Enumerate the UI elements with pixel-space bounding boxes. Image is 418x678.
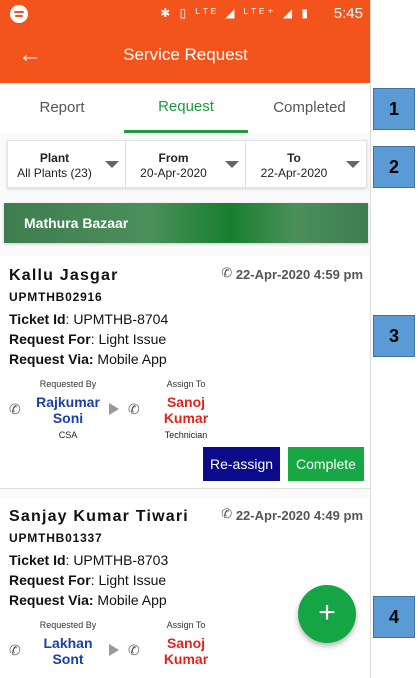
tab-report[interactable]: Report — [0, 83, 124, 133]
customer-code: UPMTHB02916 — [9, 290, 103, 304]
callout-badge: 4 — [373, 596, 415, 638]
from-date-dropdown[interactable]: From 20-Apr-2020 — [126, 141, 246, 189]
tab-completed[interactable]: Completed — [248, 83, 370, 133]
request-via-value: Mobile App — [93, 351, 167, 367]
phone-icon — [221, 265, 232, 281]
app-bar: ← Service Request — [0, 28, 370, 83]
request-via-row: Request Via: Mobile App — [9, 592, 167, 608]
to-date-label: To — [287, 151, 301, 165]
datetime-text: 22-Apr-2020 4:59 pm — [235, 267, 363, 282]
plant-filter-value: All Plants (23) — [17, 166, 92, 180]
from-date-value: 20-Apr-2020 — [140, 166, 207, 180]
request-via-value: Mobile App — [93, 592, 167, 608]
customer-name: Sanjay Kumar Tiwari — [9, 508, 189, 525]
datetime-text: 22-Apr-2020 4:49 pm — [235, 508, 363, 523]
callout-badge: 1 — [373, 88, 415, 130]
ticket-id-label: Ticket Id — [9, 552, 66, 568]
assign-to-role: Technician — [164, 430, 208, 440]
request-via-label: Request Via: — [9, 351, 94, 367]
spotify-icon — [10, 5, 28, 23]
request-for-row: Request For: Light Issue — [9, 572, 166, 588]
assign-to-caption: Assign To — [166, 379, 206, 389]
from-date-label: From — [158, 151, 189, 165]
request-for-label: Request For — [9, 331, 91, 347]
ticket-id-label: Ticket Id — [9, 311, 66, 327]
request-datetime: 22-Apr-2020 4:49 pm — [221, 506, 363, 523]
status-time: 5:45 — [333, 5, 363, 22]
requested-by-caption: Requested By — [39, 620, 97, 630]
complete-button[interactable]: Complete — [288, 447, 364, 481]
call-assignee-icon[interactable]: ✆ — [128, 401, 140, 418]
phone-icon — [221, 506, 232, 522]
call-requester-icon[interactable]: ✆ — [9, 642, 21, 659]
requested-by-name: Lakhan Sont — [43, 635, 93, 667]
plant-filter-label: Plant — [39, 151, 70, 165]
status-icons: ✱ ▯ ᴸᵀᴱ ◢ ᴸᵀᴱ⁺ ◢ ▮ — [160, 6, 311, 20]
request-via-row: Request Via: Mobile App — [9, 351, 167, 367]
ticket-id-value: : UPMTHB-8703 — [65, 552, 169, 568]
tab-request[interactable]: Request — [124, 83, 248, 133]
assignment-flow: ✆ Requested By Lakhan Sont ✆ Assign To S… — [0, 618, 250, 678]
ticket-id-row: Ticket Id: UPMTHB-8704 — [9, 311, 168, 327]
request-for-value: : Light Issue — [90, 331, 167, 347]
to-date-value: 22-Apr-2020 — [260, 166, 328, 180]
to-date-dropdown[interactable]: To 22-Apr-2020 — [246, 141, 366, 189]
request-via-label: Request Via: — [9, 592, 94, 608]
arrow-right-icon — [109, 403, 119, 415]
arrow-right-icon — [109, 644, 119, 656]
ticket-id-value: : UPMTHB-8704 — [65, 311, 169, 327]
add-request-fab[interactable]: + — [298, 585, 356, 643]
request-for-value: : Light Issue — [90, 572, 167, 588]
callout-badge: 3 — [373, 315, 415, 357]
requested-by-name: Rajkumar Soni — [36, 394, 100, 426]
call-assignee-icon[interactable]: ✆ — [128, 642, 140, 659]
customer-name: Kallu Jasgar — [9, 267, 119, 284]
assign-to-name: Sanoj Kumar — [163, 635, 209, 667]
reassign-button[interactable]: Re-assign — [203, 447, 280, 481]
request-for-row: Request For: Light Issue — [9, 331, 166, 347]
plant-filter-dropdown[interactable]: Plant All Plants (23) — [8, 141, 126, 189]
customer-code: UPMTHB01337 — [9, 531, 103, 545]
requested-by-caption: Requested By — [39, 379, 97, 389]
tab-bar: Report Request Completed — [0, 83, 370, 133]
assign-to-caption: Assign To — [166, 620, 206, 630]
status-bar: ✱ ▯ ᴸᵀᴱ ◢ ᴸᵀᴱ⁺ ◢ ▮ 5:45 — [0, 0, 370, 28]
assignment-flow: ✆ Requested By Rajkumar Soni CSA ✆ Assig… — [0, 377, 250, 447]
location-banner: Mathura Bazaar — [4, 203, 368, 243]
call-requester-icon[interactable]: ✆ — [9, 401, 21, 418]
request-card[interactable]: Kallu Jasgar UPMTHB02916 22-Apr-2020 4:5… — [0, 257, 370, 489]
callout-badge: 2 — [373, 146, 415, 188]
filter-bar: Plant All Plants (23) From 20-Apr-2020 T… — [7, 140, 367, 189]
requested-by-role: CSA — [58, 430, 78, 440]
request-datetime: 22-Apr-2020 4:59 pm — [221, 265, 363, 282]
chevron-down-icon — [225, 161, 239, 168]
page-title: Service Request — [123, 45, 248, 64]
request-for-label: Request For — [9, 572, 91, 588]
chevron-down-icon — [105, 161, 119, 168]
phone-screen: ✱ ▯ ᴸᵀᴱ ◢ ᴸᵀᴱ⁺ ◢ ▮ 5:45 ← Service Reques… — [0, 0, 371, 678]
ticket-id-row: Ticket Id: UPMTHB-8703 — [9, 552, 168, 568]
assign-to-name: Sanoj Kumar — [163, 394, 209, 426]
chevron-down-icon — [346, 161, 360, 168]
